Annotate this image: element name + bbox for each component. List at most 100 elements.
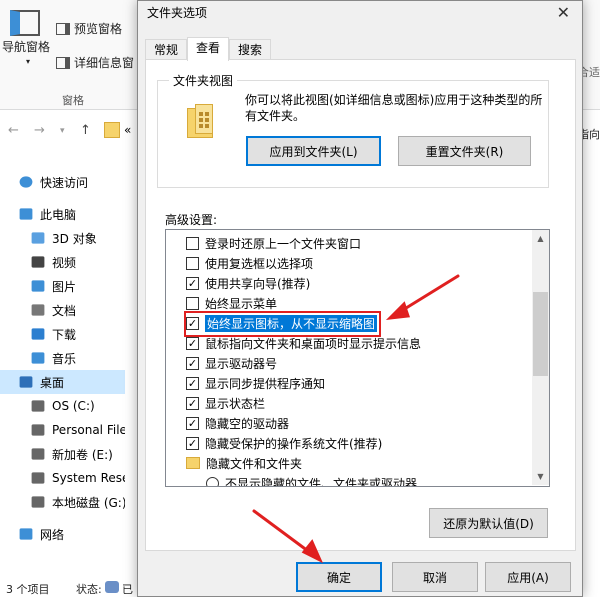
tab-search[interactable]: 搜索 <box>229 39 272 61</box>
advanced-setting-label: 显示同步提供程序通知 <box>205 376 326 391</box>
nav-item-label: 下载 <box>52 327 77 342</box>
back-arrow-icon[interactable]: ← <box>8 123 19 138</box>
scroll-up-icon[interactable]: ▲ <box>532 230 549 247</box>
drive-icon <box>31 448 45 460</box>
nav-item[interactable]: 视频 <box>0 250 125 274</box>
address-path-prefix[interactable]: « <box>124 123 131 137</box>
preview-pane-button[interactable]: 预览窗格 <box>56 20 122 37</box>
checked-checkbox[interactable]: ✓ <box>186 436 199 450</box>
tab-strip: 常规 查看 搜索 <box>145 37 272 61</box>
drive-icon <box>31 472 45 484</box>
dialog-title: 文件夹选项 <box>147 6 208 20</box>
advanced-setting-label: 隐藏空的驱动器 <box>205 416 290 431</box>
nav-item-label: System Reser <box>52 471 125 485</box>
advanced-setting-item[interactable]: ✓ 隐藏空的驱动器 <box>186 413 289 433</box>
checked-checkbox[interactable]: ✓ <box>186 276 199 290</box>
checked-checkbox[interactable]: ✓ <box>186 336 199 350</box>
scroll-thumb[interactable] <box>533 292 548 376</box>
video-icon <box>31 256 45 268</box>
tab-general[interactable]: 常规 <box>145 39 188 61</box>
advanced-settings-list[interactable]: 不显示隐藏的文件、文件夹或驱动器 隐藏文件和文件夹 ✓ 隐藏受保护的操作系统文件(推荐… <box>165 229 550 487</box>
forward-arrow-icon[interactable]: → <box>34 123 45 138</box>
cube-icon <box>31 232 45 244</box>
advanced-setting-label: 隐藏受保护的操作系统文件(推荐) <box>205 436 383 451</box>
nav-item[interactable]: System Reser <box>0 466 125 490</box>
nav-item[interactable]: 此电脑 <box>0 202 125 226</box>
recent-chevron-icon[interactable]: ▾ <box>60 126 65 136</box>
ok-button[interactable]: 确定 <box>296 562 382 592</box>
nav-item-label: 桌面 <box>40 375 65 390</box>
nav-item[interactable]: 图片 <box>0 274 125 298</box>
preview-pane-label: 预览窗格 <box>74 22 123 36</box>
nav-item[interactable]: 本地磁盘 (G:) <box>0 490 125 514</box>
advanced-setting-item[interactable]: ✓ 显示状态栏 <box>186 393 265 413</box>
advanced-setting-item[interactable]: 始终显示菜单 <box>186 293 277 313</box>
checked-checkbox[interactable]: ✓ <box>186 376 199 390</box>
up-arrow-icon[interactable]: ↑ <box>80 123 91 138</box>
advanced-setting-label: 显示状态栏 <box>205 396 266 411</box>
nav-item-label: OS (C:) <box>52 399 95 413</box>
restore-defaults-button[interactable]: 还原为默认值(D) <box>429 508 548 538</box>
nav-item-label: 图片 <box>52 279 77 294</box>
close-icon[interactable]: ✕ <box>557 3 570 22</box>
folder-icon <box>186 457 200 469</box>
apply-button[interactable]: 应用(A) <box>485 562 571 592</box>
nav-item[interactable]: 快速访问 <box>0 170 125 194</box>
apply-to-folders-button[interactable]: 应用到文件夹(L) <box>246 136 381 166</box>
chevron-down-icon: ▾ <box>26 57 31 66</box>
advanced-setting-label: 显示驱动器号 <box>205 356 278 371</box>
advanced-setting-label: 隐藏文件和文件夹 <box>206 456 303 471</box>
advanced-setting-item[interactable]: 登录时还原上一个文件夹窗口 <box>186 233 361 253</box>
advanced-list-scrollbar[interactable]: ▲ ▼ <box>532 230 549 485</box>
unchecked-checkbox[interactable] <box>186 236 199 250</box>
nav-item[interactable]: 音乐 <box>0 346 125 370</box>
navigation-pane: 快速访问此电脑 3D 对象视频图片文档下载音乐桌面 OS (C:) Personal … <box>0 166 125 571</box>
unchecked-checkbox[interactable] <box>186 256 199 270</box>
checked-checkbox[interactable]: ✓ <box>186 416 199 430</box>
advanced-setting-item[interactable]: ✓ 显示同步提供程序通知 <box>186 373 325 393</box>
nav-pane-label: 导航窗格 <box>2 40 51 54</box>
nav-item[interactable]: 新加卷 (E:) <box>0 442 125 466</box>
advanced-setting-item[interactable]: ✓ 显示驱动器号 <box>186 353 277 373</box>
nav-item[interactable]: 3D 对象 <box>0 226 125 250</box>
advanced-setting-item[interactable]: ✓ 隐藏受保护的操作系统文件(推荐) <box>186 433 382 453</box>
checked-checkbox[interactable]: ✓ <box>186 396 199 410</box>
nav-item[interactable]: 文档 <box>0 298 125 322</box>
nav-item[interactable]: OS (C:) <box>0 394 125 418</box>
nav-item[interactable]: 桌面 <box>0 370 125 394</box>
unchecked-checkbox[interactable] <box>186 296 199 310</box>
drive-icon <box>31 400 45 412</box>
checked-checkbox[interactable]: ✓ <box>186 356 199 370</box>
nav-item[interactable]: Personal Files <box>0 418 125 442</box>
download-icon <box>31 328 45 340</box>
details-pane-label: 详细信息窗 <box>74 56 135 70</box>
nav-item-label: 本地磁盘 (G:) <box>52 495 125 510</box>
document-icon <box>31 304 45 316</box>
advanced-setting-item[interactable]: ✓ 使用共享向导(推荐) <box>186 273 310 293</box>
nav-item[interactable]: 下载 <box>0 322 125 346</box>
folder-view-icon <box>187 104 213 138</box>
network-icon <box>19 528 33 540</box>
tab-view[interactable]: 查看 <box>187 37 230 61</box>
item-count: 3 个项目 <box>6 583 50 596</box>
nav-item-label: 3D 对象 <box>52 231 97 246</box>
nav-pane-button[interactable]: 导航窗格 ▾ <box>2 10 50 66</box>
drive-icon <box>31 424 45 436</box>
cancel-button[interactable]: 取消 <box>392 562 478 592</box>
nav-item-label: Personal Files <box>52 423 125 437</box>
picture-icon <box>31 280 45 292</box>
advanced-setting-item[interactable]: 不显示隐藏的文件、文件夹或驱动器 <box>206 473 417 486</box>
radio-button[interactable] <box>206 476 219 486</box>
nav-item[interactable]: 网络 <box>0 522 125 546</box>
scroll-down-icon[interactable]: ▼ <box>532 468 549 485</box>
status-share-text: 已 <box>122 583 133 596</box>
advanced-setting-item[interactable]: 隐藏文件和文件夹 <box>186 453 302 473</box>
nav-item-label: 新加卷 (E:) <box>52 447 113 462</box>
advanced-setting-label: 登录时还原上一个文件夹窗口 <box>205 236 362 251</box>
status-label: 状态: <box>76 583 102 596</box>
advanced-setting-item[interactable]: 使用复选框以选择项 <box>186 253 313 273</box>
address-folder-icon <box>104 122 120 138</box>
folder-view-description: 你可以将此视图(如详细信息或图标)应用于这种类型的所有文件夹。 <box>245 93 543 123</box>
details-pane-button[interactable]: 详细信息窗 <box>56 54 134 71</box>
reset-folders-button[interactable]: 重置文件夹(R) <box>398 136 531 166</box>
